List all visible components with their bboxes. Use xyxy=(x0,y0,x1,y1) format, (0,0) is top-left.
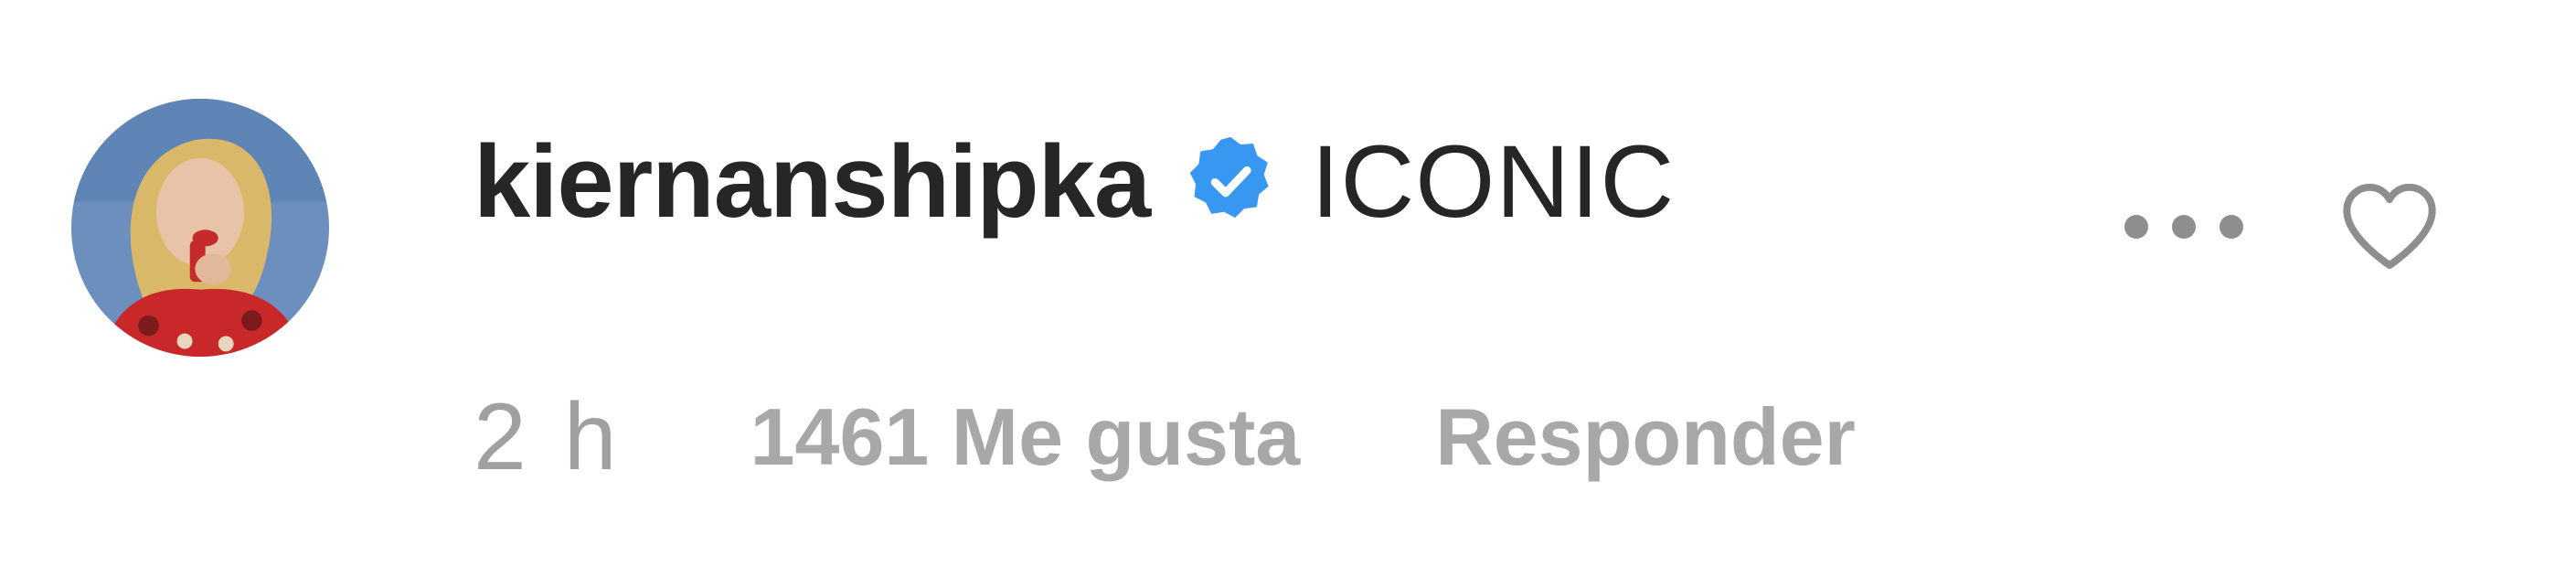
heart-outline-icon[interactable] xyxy=(2338,179,2441,274)
reply-button[interactable]: Responder xyxy=(1435,390,1856,484)
comment-row: kiernanshipka ICONIC 2 h 1461 Me gusta R… xyxy=(0,0,2576,567)
like-count-button[interactable]: 1461 Me gusta xyxy=(750,390,1301,484)
comment-meta: 2 h 1461 Me gusta Responder xyxy=(474,382,1856,492)
more-dot xyxy=(2219,215,2243,239)
username[interactable]: kiernanshipka xyxy=(474,123,1151,241)
more-dot xyxy=(2172,215,2196,239)
avatar-image xyxy=(71,99,329,357)
comment-header: kiernanshipka ICONIC xyxy=(474,108,1675,254)
verified-badge-icon xyxy=(1183,134,1278,229)
more-dot xyxy=(2124,215,2148,239)
comment-timestamp[interactable]: 2 h xyxy=(474,383,623,492)
comment-text: ICONIC xyxy=(1311,123,1676,239)
more-options-icon[interactable] xyxy=(2124,209,2243,245)
avatar[interactable] xyxy=(71,99,329,357)
